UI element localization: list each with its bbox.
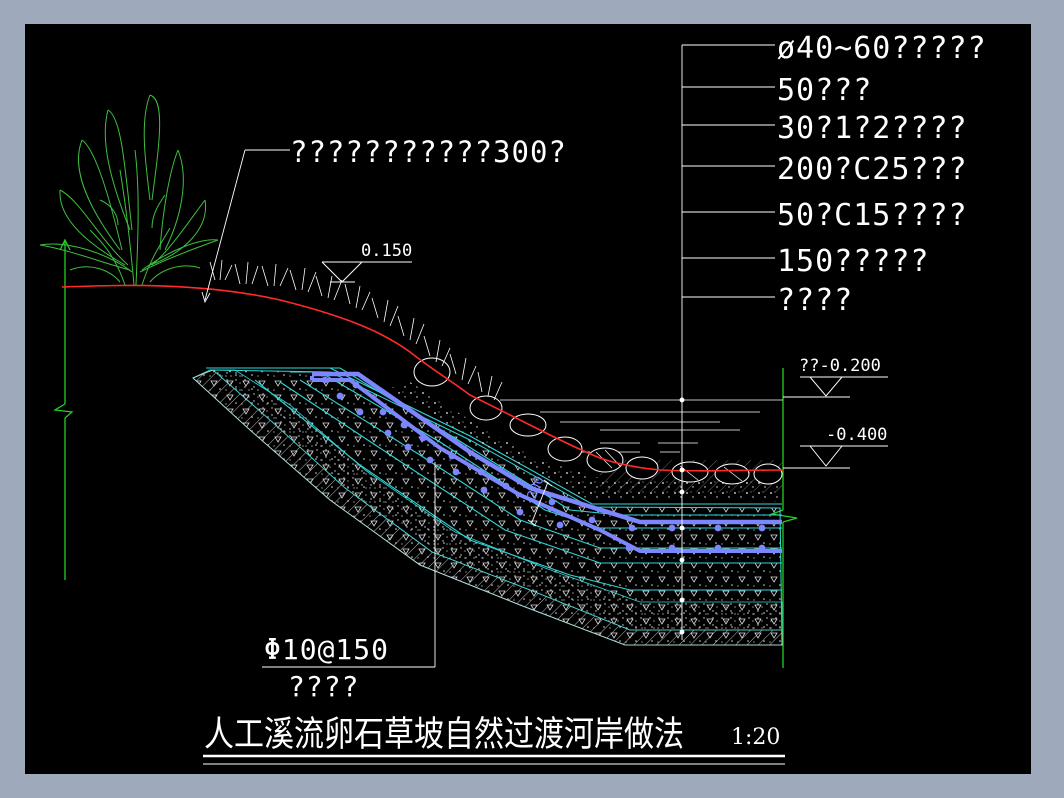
left-break-line (53, 238, 74, 580)
elevation-water-level-label: ??-0.200 (799, 356, 881, 376)
elevation-marker-bank-top (321, 261, 412, 283)
rebar-callout-text: Φ10@150 (264, 633, 389, 666)
title-underline (203, 754, 785, 765)
drawing-title: 人工溪流卵石草坡自然过渡河岸做法 (204, 715, 684, 755)
drawing-scale: 1:20 (731, 725, 780, 750)
ornamental-plant (39, 94, 219, 286)
layer-callout-6: 150????? (777, 244, 930, 279)
layer-callout-5: 50?C15???? (777, 198, 968, 233)
layer-callout-list: ø40~60????? 50??? 30?1?2???? 200?C25??? … (777, 31, 987, 318)
layer-callout-3: 30?1?2???? (777, 111, 968, 146)
elevation-marker-stream-bed (783, 445, 888, 469)
layer-callout-4: 200?C25??? (777, 152, 968, 187)
layer-callout-7: ???? (777, 283, 853, 318)
elevation-stream-bed-label: -0.400 (826, 425, 887, 445)
elevation-marker-water-level (783, 376, 888, 398)
layer-callout-1: ø40~60????? (777, 31, 987, 66)
elevation-bank-top-label: 0.150 (361, 241, 412, 261)
cad-drawing-canvas: 200 0.150 ??-0.200 -0.400 ???????????300… (25, 24, 1031, 774)
section-drawing: 200 0.150 ??-0.200 -0.400 ???????????300… (39, 31, 987, 765)
lawn-callout-text: ???????????300? (290, 135, 567, 169)
layer-callout-2: 50??? (777, 73, 872, 108)
lawn-callout-leader (201, 149, 290, 304)
rebar-callout-subtext: ???? (288, 670, 359, 703)
